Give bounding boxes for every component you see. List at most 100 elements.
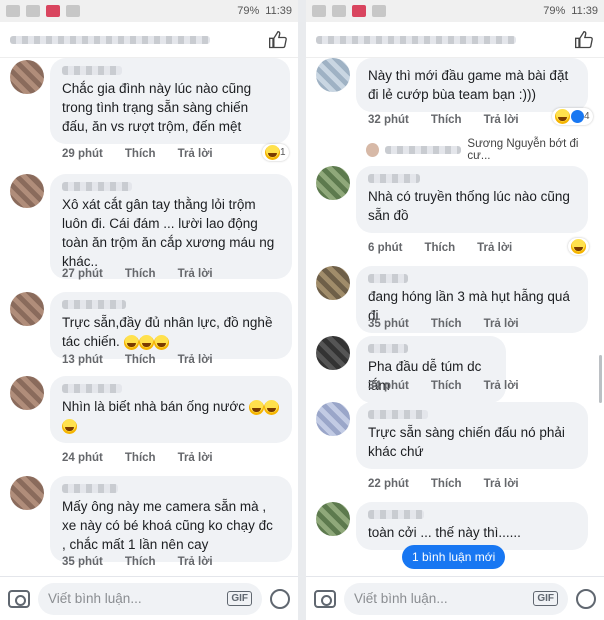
battery-level: 79%	[237, 5, 260, 17]
comment-text: Này thì mới đầu game mà bài đặt đi lẻ cư…	[368, 68, 569, 102]
blurred-name	[368, 344, 408, 353]
like-thumb-icon[interactable]	[268, 30, 288, 50]
blurred-name	[368, 274, 408, 283]
notification-icon	[26, 5, 40, 17]
avatar[interactable]	[316, 502, 350, 536]
laughing-emoji-icon	[138, 334, 154, 350]
like-thumb-icon[interactable]	[574, 30, 594, 50]
comment-actions: 35 phút Thích Trả lời	[368, 318, 519, 330]
comment-actions: 6 phút Thích Trả lời	[368, 242, 512, 254]
right-phone-screen: 79% 11:39 Này thì mới đầu game mà bài đặt…	[306, 0, 604, 620]
comment-bubble[interactable]: Nhà có truyền thống lúc nào cũng sẵn đồ	[356, 166, 588, 233]
gif-button[interactable]: GIF	[227, 591, 252, 606]
comment-time: 27 phút	[62, 268, 103, 280]
like-link[interactable]: Thích	[431, 114, 462, 126]
reply-link[interactable]: Trả lời	[178, 452, 213, 464]
comment-bubble[interactable]: Trực sẵn,đầy đủ nhân lực, đồ nghề tác ch…	[50, 292, 292, 359]
reply-link[interactable]: Trả lời	[484, 318, 519, 330]
comment-bubble[interactable]: Nhìn là biết nhà bán ống nước	[50, 376, 292, 443]
clock: 11:39	[265, 5, 292, 17]
laughing-emoji-icon	[123, 334, 139, 350]
status-bar: 79% 11:39	[306, 0, 604, 22]
battery-level: 79%	[543, 5, 566, 17]
avatar[interactable]	[10, 60, 44, 94]
comment-bubble[interactable]: Chắc gia đình này lúc nào cũng trong tìn…	[50, 58, 290, 144]
like-link[interactable]: Thích	[431, 380, 462, 392]
like-link[interactable]: Thích	[425, 242, 456, 254]
avatar[interactable]	[10, 476, 44, 510]
reaction-count[interactable]: 1	[262, 144, 289, 161]
comment-text: Nhìn là biết nhà bán ống nước	[62, 397, 280, 435]
comment-time: 6 phút	[368, 242, 403, 254]
comment-bubble[interactable]: Mấy ông này me camera sẵn mà , xe này có…	[50, 476, 292, 562]
laughing-emoji-icon	[153, 334, 169, 350]
comment-input-placeholder: Viết bình luận...	[48, 591, 142, 606]
reply-preview[interactable]: Sương Nguyễn bớt đi cư...	[366, 138, 598, 162]
camera-icon[interactable]	[8, 589, 30, 608]
like-reaction-icon	[571, 110, 584, 123]
camera-icon[interactable]	[314, 589, 336, 608]
reply-link[interactable]: Trả lời	[178, 556, 213, 568]
like-link[interactable]: Thích	[125, 452, 156, 464]
comment-text: Xô xát cắt gân tay thằng lỏi trộm luôn đ…	[62, 197, 275, 269]
like-link[interactable]: Thích	[125, 556, 156, 568]
avatar[interactable]	[10, 292, 44, 326]
haha-emoji-icon	[555, 109, 570, 124]
comment-composer: Viết bình luận... GIF	[306, 576, 604, 620]
like-link[interactable]: Thích	[125, 148, 156, 160]
emoji-picker-icon[interactable]	[270, 588, 290, 609]
scrollbar[interactable]	[599, 355, 602, 403]
avatar[interactable]	[10, 376, 44, 410]
haha-emoji-icon	[265, 145, 280, 160]
emoji-picker-icon[interactable]	[576, 588, 596, 609]
comment-input[interactable]: Viết bình luận... GIF	[344, 582, 568, 615]
reaction-count[interactable]: 4	[552, 108, 593, 125]
comment-text: Mấy ông này me camera sẵn mà , xe này có…	[62, 499, 273, 552]
new-comment-button[interactable]: 1 bình luận mới	[402, 545, 506, 569]
comment-text: toàn cởi ... thế này thì......	[368, 525, 521, 540]
reaction-count[interactable]	[568, 238, 589, 255]
reply-link[interactable]: Trả lời	[484, 114, 519, 126]
gif-button[interactable]: GIF	[533, 591, 558, 606]
like-link[interactable]: Thích	[431, 318, 462, 330]
blurred-name	[62, 384, 122, 393]
comment-time: 22 phút	[368, 478, 409, 490]
avatar[interactable]	[316, 58, 350, 92]
comment-actions: 24 phút Thích Trả lời	[62, 452, 213, 464]
blurred-name	[368, 410, 428, 419]
avatar[interactable]	[316, 402, 350, 436]
comment-text: Chắc gia đình này lúc nào cũng trong tìn…	[62, 81, 252, 134]
comment-bubble[interactable]: Trực sẵn sàng chiến đấu nó phải khác chứ	[356, 402, 588, 469]
comment-bubble[interactable]: Xô xát cắt gân tay thằng lỏi trộm luôn đ…	[50, 174, 292, 279]
post-header	[306, 22, 604, 58]
reply-link[interactable]: Trả lời	[477, 242, 512, 254]
reply-link[interactable]: Trả lời	[178, 148, 213, 160]
blurred-name	[62, 484, 118, 493]
comment-actions: 22 phút Thích Trả lời	[368, 478, 519, 490]
comment-composer: Viết bình luận... GIF	[0, 576, 298, 620]
comment-bubble[interactable]: toàn cởi ... thế này thì......	[356, 502, 588, 550]
avatar[interactable]	[316, 266, 350, 300]
comment-actions: 13 phút Thích Trả lời	[62, 354, 213, 366]
reply-link[interactable]: Trả lời	[178, 354, 213, 366]
avatar[interactable]	[10, 174, 44, 208]
like-link[interactable]: Thích	[125, 268, 156, 280]
comment-bubble[interactable]: Pha đầu dễ túm dc lắm	[356, 336, 506, 403]
comment-actions: 35 phút Thích Trả lời	[62, 556, 213, 568]
reply-link[interactable]: Trả lời	[484, 380, 519, 392]
comment-actions: 29 phút Thích Trả lời	[62, 148, 213, 160]
comment-actions: 32 phút Thích Trả lời	[368, 114, 519, 126]
blurred-reactors	[316, 35, 516, 44]
comment-input-placeholder: Viết bình luận...	[354, 591, 448, 606]
reply-link[interactable]: Trả lời	[178, 268, 213, 280]
avatar[interactable]	[316, 166, 350, 200]
reply-link[interactable]: Trả lời	[484, 478, 519, 490]
clock: 11:39	[571, 5, 598, 17]
comment-bubble[interactable]: Này thì mới đầu game mà bài đặt đi lẻ cư…	[356, 58, 588, 112]
like-link[interactable]: Thích	[125, 354, 156, 366]
like-link[interactable]: Thích	[431, 478, 462, 490]
avatar[interactable]	[316, 336, 350, 370]
panel-divider	[298, 0, 306, 620]
comment-input[interactable]: Viết bình luận... GIF	[38, 582, 262, 615]
blurred-name	[385, 146, 462, 154]
